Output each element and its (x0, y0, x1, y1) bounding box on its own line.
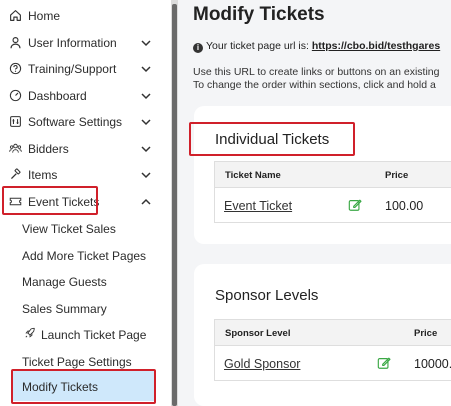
page-title: Modify Tickets (193, 4, 325, 25)
rocket-icon (25, 327, 35, 338)
sidebar-subitem-view-ticket-sales[interactable]: View Ticket Sales (0, 215, 163, 241)
sidebar-subitem-label: Modify Tickets (22, 380, 99, 394)
info-icon: i (193, 43, 203, 53)
ticket-name-link[interactable]: Event Ticket (224, 199, 292, 213)
chevron-down-icon (141, 40, 151, 47)
sponsor-levels-card: Sponsor Levels Sponsor Level Price Gold … (194, 264, 451, 406)
section-title: Individual Tickets (215, 131, 330, 148)
help-circle-icon (9, 62, 22, 75)
home-icon (10, 10, 21, 21)
sidebar-subitem-sales-summary[interactable]: Sales Summary (0, 295, 163, 321)
ticket-icon (9, 197, 22, 206)
url-prefix: Your ticket page url is: (206, 40, 312, 52)
chevron-up-icon (141, 198, 151, 205)
settings-panel-icon (10, 116, 21, 127)
sidebar-item-home[interactable]: Home (0, 3, 163, 29)
gauge-icon (9, 89, 22, 102)
column-header-price: Price (414, 328, 438, 339)
chevron-down-icon (141, 66, 151, 73)
sidebar-item-label: Items (28, 168, 58, 182)
chevron-down-icon (141, 146, 151, 153)
section-title: Sponsor Levels (215, 287, 319, 304)
sidebar-item-bidders[interactable]: Bidders (0, 136, 163, 162)
table-row: Gold Sponsor 10000. (215, 346, 451, 382)
sidebar-subitem-label: Add More Ticket Pages (22, 249, 147, 263)
chevron-down-icon (141, 93, 151, 100)
people-icon (9, 143, 22, 153)
sidebar-item-event-tickets[interactable]: Event Tickets (0, 189, 163, 215)
hammer-icon (10, 168, 21, 180)
sidebar-item-label: Event Tickets (28, 195, 100, 209)
sponsor-levels-table: Sponsor Level Price Gold Sponsor 10000. (214, 319, 451, 381)
sidebar-item-dashboard[interactable]: Dashboard (0, 83, 163, 109)
sidebar-item-software-settings[interactable]: Software Settings (0, 109, 163, 135)
sidebar-item-user-information[interactable]: User Information (0, 30, 163, 56)
main-content: Modify Tickets i Your ticket page url is:… (178, 0, 451, 406)
ticket-price: 100.00 (385, 199, 424, 213)
sponsor-name-link[interactable]: Gold Sponsor (224, 357, 300, 371)
sidebar-item-items[interactable]: Items (0, 162, 163, 188)
sidebar-item-label: Software Settings (28, 115, 123, 129)
user-icon (10, 37, 21, 49)
sidebar-subitem-label: Manage Guests (22, 275, 107, 289)
ticket-url-line: i Your ticket page url is: https://cbo.bi… (193, 40, 440, 53)
sidebar-item-label: Bidders (28, 142, 69, 156)
sidebar-item-label: User Information (28, 36, 117, 50)
help-text-line-1: Use this URL to create links or buttons … (193, 66, 440, 78)
column-header-name: Ticket Name (225, 170, 281, 181)
sidebar-subitem-launch-ticket-page[interactable]: Launch Ticket Page (0, 321, 163, 347)
sponsor-price: 10000. (414, 357, 451, 371)
individual-tickets-table: Ticket Name Price Event Ticket 100.00 (214, 161, 451, 223)
sidebar-subitem-add-more-ticket-pages[interactable]: Add More Ticket Pages (0, 242, 163, 268)
sidebar-item-training-support[interactable]: Training/Support (0, 56, 163, 82)
help-text-line-2: To change the order within sections, cli… (193, 79, 436, 91)
edit-icon[interactable] (348, 198, 362, 212)
sidebar-item-label: Training/Support (28, 62, 117, 76)
sidebar-subitem-label: View Ticket Sales (22, 222, 116, 236)
column-header-price: Price (385, 170, 409, 181)
sidebar-subitem-modify-tickets[interactable]: Modify Tickets (12, 371, 154, 401)
chevron-down-icon (141, 119, 151, 126)
table-row: Event Ticket 100.00 (215, 188, 451, 224)
sidebar-subitem-label: Ticket Page Settings (22, 355, 132, 369)
ticket-page-url-link[interactable]: https://cbo.bid/testhgares (312, 40, 440, 52)
table-header: Ticket Name Price (215, 162, 451, 188)
edit-icon[interactable] (377, 356, 391, 370)
sidebar-subitem-label: Sales Summary (22, 302, 107, 316)
chevron-down-icon (141, 172, 151, 179)
column-header-name: Sponsor Level (225, 328, 291, 339)
sidebar: Home User Information Training/Support D… (0, 0, 163, 406)
sidebar-item-label: Dashboard (28, 89, 87, 103)
individual-tickets-card: Individual Tickets Ticket Name Price Eve… (194, 106, 451, 244)
sidebar-subitem-label: Launch Ticket Page (41, 328, 147, 342)
sidebar-scrollbar-thumb[interactable] (172, 4, 177, 406)
sidebar-subitem-manage-guests[interactable]: Manage Guests (0, 268, 163, 294)
app-root: Home User Information Training/Support D… (0, 0, 451, 406)
sidebar-item-label: Home (28, 9, 61, 23)
table-header: Sponsor Level Price (215, 320, 451, 346)
